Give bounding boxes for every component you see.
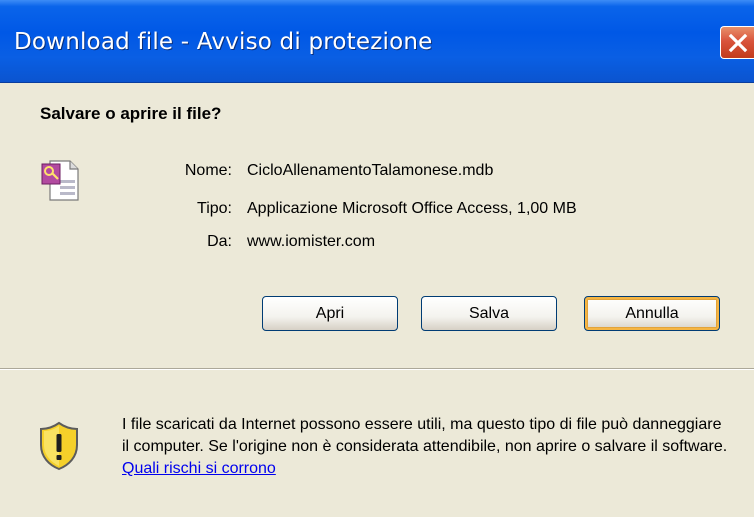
from-label: Da:	[207, 233, 232, 250]
warning-text: I file scaricati da Internet possono ess…	[122, 414, 732, 480]
access-file-icon	[41, 160, 79, 201]
shield-warning-icon	[40, 421, 78, 471]
file-name: CicloAllenamentoTalamonese.mdb	[247, 162, 494, 179]
warning-area: I file scaricati da Internet possono ess…	[0, 370, 754, 517]
close-icon	[728, 33, 748, 53]
name-label: Nome:	[184, 162, 232, 179]
file-type: Applicazione Microsoft Office Access, 1,…	[247, 200, 577, 217]
cancel-button[interactable]: Annulla	[584, 296, 720, 331]
warning-message: I file scaricati da Internet possono ess…	[122, 416, 728, 455]
window-title: Download file - Avviso di protezione	[14, 29, 433, 55]
title-bar: Download file - Avviso di protezione	[0, 0, 754, 83]
dialog-body: Salvare o aprire il file? Nome: CicloAll…	[0, 83, 754, 368]
open-button[interactable]: Apri	[262, 296, 398, 331]
save-button[interactable]: Salva	[421, 296, 557, 331]
dialog-heading: Salvare o aprire il file?	[40, 104, 222, 123]
risks-link[interactable]: Quali rischi si corrono	[122, 460, 276, 477]
close-button[interactable]	[720, 26, 754, 59]
type-label: Tipo:	[197, 200, 232, 217]
file-source: www.iomister.com	[247, 233, 376, 250]
